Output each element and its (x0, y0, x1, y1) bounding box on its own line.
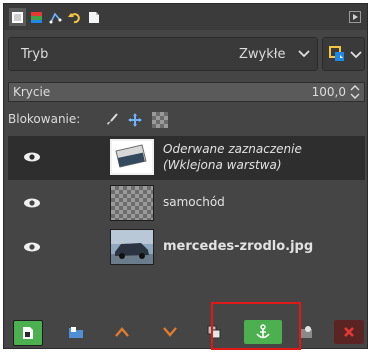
eye-icon[interactable] (22, 196, 42, 210)
layer-name: mercedes-zrodlo.jpg (163, 239, 314, 254)
tab-paths[interactable] (47, 8, 64, 26)
mode-value: Zwykłe (239, 47, 286, 62)
tab-undo-history[interactable] (66, 8, 83, 26)
document-icon (88, 11, 99, 23)
chevron-down-icon (350, 51, 362, 59)
lock-label: Blokowanie: (8, 112, 81, 126)
undo-history-icon (68, 12, 80, 23)
layer-row-samochod[interactable]: samochód (8, 182, 365, 226)
composite-mode-icon (329, 46, 344, 61)
layer-thumbnail[interactable] (110, 185, 154, 221)
layer-thumbnail[interactable] (110, 229, 154, 265)
layer-thumbnail[interactable] (110, 139, 154, 175)
raise-layer-button[interactable] (108, 320, 136, 344)
chevron-down-icon (163, 327, 177, 337)
new-layer-button[interactable] (13, 320, 43, 346)
opacity-value: 100,0 (311, 85, 346, 99)
opacity-label: Krycie (13, 85, 51, 99)
new-layer-icon (23, 327, 33, 339)
layers-dialog: Tryb Zwykłe Krycie 100,0 Blokowanie: Ode… (3, 3, 368, 349)
tab-layers[interactable] (9, 8, 26, 26)
floating-layer-icon (115, 144, 147, 168)
layer-name-line1: Oderwane zaznaczenie (163, 142, 302, 156)
lower-layer-button[interactable] (156, 320, 184, 344)
opacity-slider[interactable]: Krycie 100,0 (8, 82, 365, 102)
mode-select[interactable]: Tryb Zwykłe (8, 37, 318, 71)
tab-channels[interactable] (28, 8, 45, 26)
lock-position-toggle[interactable] (126, 111, 144, 129)
close-icon (344, 327, 354, 337)
layer-row-floating-selection[interactable]: Oderwane zaznaczenie (Wklejona warstwa) (8, 136, 365, 180)
move-icon (128, 113, 142, 127)
layer-row-mercedes[interactable]: mercedes-zrodlo.jpg (8, 226, 365, 270)
layer-name: samochód (163, 195, 225, 209)
spin-buttons-icon[interactable] (348, 84, 362, 100)
mode-row: Tryb Zwykłe (8, 37, 365, 71)
layer-name-line2: (Wklejona warstwa) (163, 158, 282, 172)
car-photo-icon (111, 230, 153, 264)
channels-icon (31, 11, 42, 23)
chevron-down-icon (298, 50, 310, 58)
layers-icon (12, 11, 23, 23)
dock-menu-icon[interactable] (349, 11, 361, 23)
chevron-up-icon (115, 327, 129, 337)
layer-mask-icon (300, 326, 312, 338)
tab-images[interactable] (85, 8, 102, 26)
delete-layer-button[interactable] (334, 320, 364, 344)
brush-icon (107, 113, 118, 125)
dock-tab-bar (4, 4, 367, 30)
layer-list: Oderwane zaznaczenie (Wklejona warstwa) … (8, 134, 365, 299)
folder-icon (69, 327, 83, 338)
lock-row: Blokowanie: (8, 108, 365, 132)
annotation-highlight-box (211, 302, 301, 350)
mode-label: Tryb (21, 47, 49, 62)
layer-actions-bar (4, 312, 367, 350)
paths-icon (49, 12, 62, 23)
new-layer-group-button[interactable] (62, 320, 90, 344)
composite-mode-select[interactable] (322, 37, 365, 71)
eye-icon[interactable] (22, 240, 42, 254)
lock-pixels-toggle[interactable] (103, 111, 121, 129)
eye-icon[interactable] (22, 150, 42, 164)
lock-alpha-toggle[interactable] (152, 112, 168, 128)
